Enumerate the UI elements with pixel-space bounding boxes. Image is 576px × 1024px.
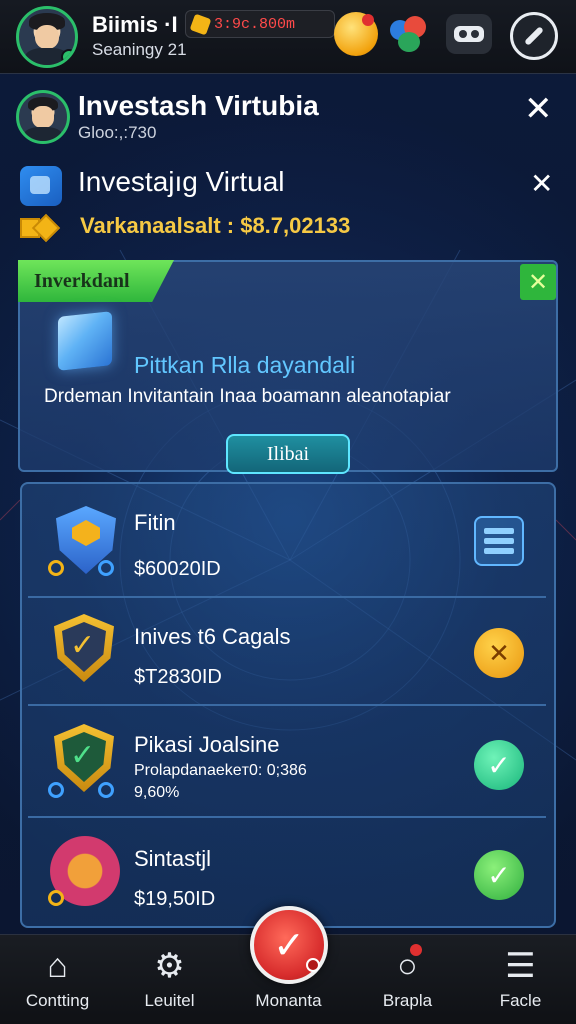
panel-action-button[interactable]: Ilibai bbox=[226, 434, 350, 474]
header-avatar bbox=[16, 90, 70, 144]
virtual-balance: Varkanaalsalt : $8.7,02133 bbox=[80, 213, 351, 238]
cube-icon bbox=[58, 311, 112, 371]
currency-display[interactable]: 3:9c.800m bbox=[185, 10, 335, 38]
panel-close-icon[interactable]: ✕ bbox=[520, 264, 556, 300]
home-icon: ⌂ bbox=[47, 947, 68, 985]
check-circle-icon[interactable]: ✓ bbox=[474, 850, 524, 900]
list-item-value: $T2830ID bbox=[134, 666, 222, 688]
nav-item-search[interactable]: ○ Brapla bbox=[350, 935, 465, 1024]
nav-label: Contting bbox=[25, 991, 90, 1010]
panel-description: Drdeman Invitantain Inaa boamann aleanot… bbox=[44, 386, 451, 407]
ring-icon bbox=[48, 782, 64, 798]
list-item-value: $19,50ID bbox=[134, 888, 216, 910]
top-bar: Biimis ·I Seaningy 21 3:9c.800m bbox=[0, 0, 576, 74]
nav-item-home[interactable]: ⌂ Contting bbox=[0, 935, 115, 1024]
rewards-icon[interactable] bbox=[388, 12, 432, 56]
ring-icon bbox=[48, 890, 64, 906]
stack-icon[interactable] bbox=[474, 516, 524, 566]
gold-bonus-icon[interactable] bbox=[334, 12, 378, 56]
panel-heading: Pittkan Rlla dayandali bbox=[134, 352, 356, 378]
user-subtitle: Seaningy 21 bbox=[92, 40, 187, 59]
investment-icon bbox=[20, 166, 62, 206]
nav-label: Brapla bbox=[382, 991, 433, 1010]
vr-headset-icon[interactable] bbox=[446, 14, 492, 54]
page-subtitle: Gloo:,:730 bbox=[78, 123, 157, 142]
list-item-title: Pikasi Joalsine bbox=[134, 732, 280, 757]
online-badge bbox=[61, 49, 75, 65]
ring-icon bbox=[48, 560, 64, 576]
checkmark-icon: ✓ bbox=[70, 739, 96, 772]
coins-icon bbox=[20, 213, 76, 243]
list-icon: ☰ bbox=[505, 947, 536, 985]
center-action-button[interactable]: ✓ bbox=[250, 906, 328, 984]
notification-dot bbox=[410, 944, 422, 956]
username: Biimis ·I bbox=[92, 12, 178, 37]
divider bbox=[28, 816, 546, 818]
divider bbox=[28, 704, 546, 706]
page-title: Investash Virtubia bbox=[78, 90, 319, 121]
gear-icon: ⚙ bbox=[154, 947, 185, 985]
nav-label: Monanta bbox=[255, 991, 322, 1010]
divider bbox=[28, 596, 546, 598]
list-item-value: $60020ID bbox=[134, 558, 221, 580]
notification-dot bbox=[306, 958, 320, 972]
nav-label: Leuitel bbox=[144, 991, 195, 1010]
settings-wrench-icon[interactable] bbox=[510, 12, 558, 60]
panel-tag-label: Inverkdanl bbox=[34, 270, 130, 292]
close-section-icon[interactable]: ✕ bbox=[530, 170, 553, 198]
list-item-value: 9,60% bbox=[134, 784, 180, 801]
list-item-detail: Prolapdanaekeт0: 0;386 bbox=[134, 762, 307, 779]
nav-label: Facle bbox=[499, 991, 542, 1010]
checkmark-icon: ✓ bbox=[273, 924, 305, 967]
ring-icon bbox=[98, 782, 114, 798]
list-item-title: Sintastjl bbox=[134, 846, 212, 871]
ring-icon bbox=[98, 560, 114, 576]
list-item-title: Inives t6 Cagals bbox=[134, 624, 291, 649]
check-circle-icon[interactable]: ✓ bbox=[474, 740, 524, 790]
notification-dot bbox=[362, 14, 374, 26]
gold-badge-icon[interactable]: ✕ bbox=[474, 628, 524, 678]
nav-item-list[interactable]: ☰ Facle bbox=[463, 935, 576, 1024]
section-title: Investajıg Virtual bbox=[78, 166, 285, 197]
currency-value: 3:9c.800m bbox=[214, 16, 296, 33]
profile-avatar[interactable] bbox=[16, 6, 78, 68]
nav-item-settings[interactable]: ⚙ Leuitel bbox=[112, 935, 227, 1024]
checkmark-icon: ✓ bbox=[70, 629, 96, 662]
list-item-title: Fitin bbox=[134, 510, 176, 535]
close-icon[interactable]: ✕ bbox=[524, 92, 553, 126]
coin-icon bbox=[189, 13, 212, 36]
